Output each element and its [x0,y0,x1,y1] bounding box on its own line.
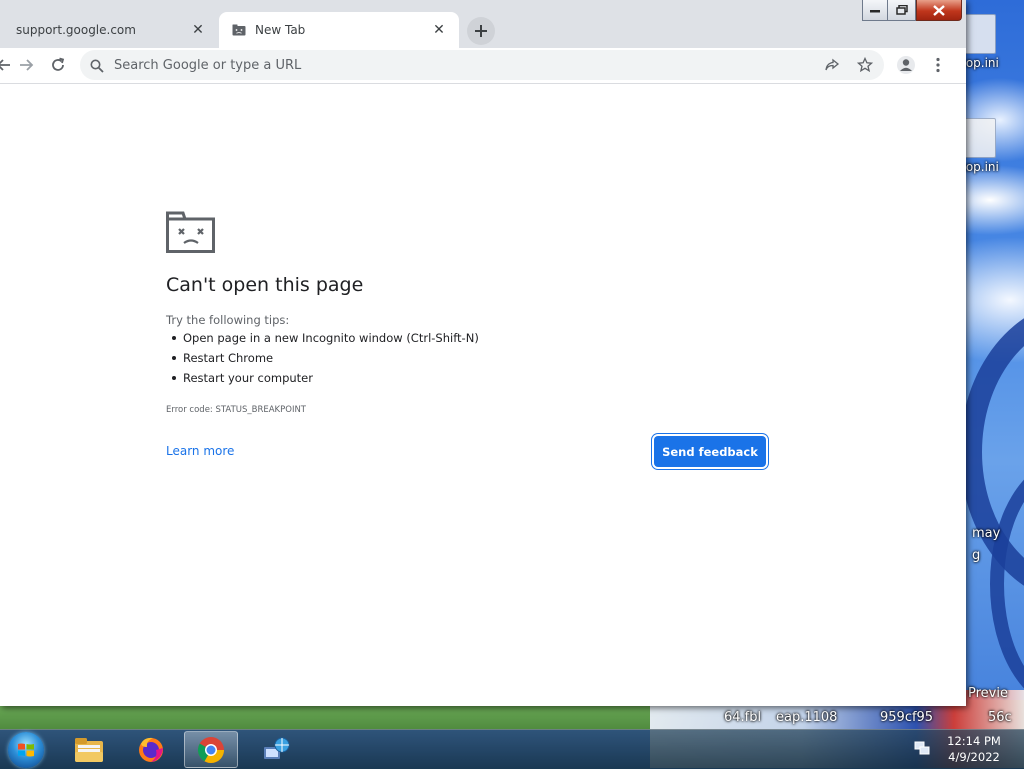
tip-text: Open page in a new Incognito window (Ctr… [183,331,479,345]
desktop-text-fragment: 64.fbl [724,710,762,725]
tab-support-google[interactable]: support.google.com ✕ [0,12,218,48]
file-icon [964,14,996,54]
taskbar-firefox[interactable] [124,731,178,768]
browser-window: support.google.com ✕ New Tab ✕ Search Go… [0,0,966,706]
tip-item: Restart your computer [170,368,479,388]
close-tab-icon[interactable]: ✕ [188,20,208,40]
folder-icon [75,737,103,762]
reload-button[interactable] [44,51,72,79]
desktop-text-fragment: may [972,526,1001,541]
tips-list: Open page in a new Incognito window (Ctr… [170,328,479,388]
share-icon[interactable] [824,57,840,77]
desktop-text-fragment: 56c [988,710,1012,725]
desktop-icon-label: top.ini [961,160,999,174]
forward-button[interactable] [12,51,40,79]
network-globe-icon [264,737,290,759]
chrome-icon [197,736,225,763]
taskbar-chrome[interactable] [184,731,238,768]
desktop-icon-label: top.ini [961,56,999,70]
minimize-button[interactable] [862,0,888,21]
profile-avatar-icon [897,56,915,74]
send-feedback-button[interactable]: Send feedback [654,436,766,467]
tip-text: Restart your computer [183,371,313,385]
omnibox[interactable] [80,50,884,80]
file-icon [964,118,996,158]
desktop-text-fragment: 959cf95 [880,710,934,725]
tab-label: New Tab [255,23,306,37]
kebab-menu-icon [936,57,940,73]
desktop-text-fragment: Previe [968,686,1008,701]
bullet-icon [172,336,176,340]
bullet-icon [172,356,176,360]
sad-folder-icon [166,211,216,257]
close-tab-icon[interactable]: ✕ [429,20,449,40]
error-code: Error code: STATUS_BREAKPOINT [166,405,306,415]
restore-button[interactable] [888,0,916,21]
error-title: Can't open this page [166,274,364,296]
sad-tab-icon [231,22,247,38]
plus-icon [475,25,487,37]
clock-date: 4/9/2022 [948,750,1000,764]
clock-time: 12:14 PM [947,734,1001,748]
tip-text: Restart Chrome [183,351,274,365]
start-button[interactable] [8,732,44,768]
tip-item: Open page in a new Incognito window (Ctr… [170,328,479,348]
close-icon [933,4,945,16]
taskbar-explorer[interactable] [62,731,116,768]
reload-icon [52,57,65,71]
tab-new-tab[interactable]: New Tab ✕ [219,12,459,48]
network-tray-icon[interactable] [914,740,930,760]
menu-button[interactable] [924,51,952,79]
tab-label: support.google.com [16,23,136,37]
tab-strip: support.google.com ✕ New Tab ✕ [0,0,966,48]
taskbar-network-app[interactable] [248,731,302,768]
windows-logo-icon [18,743,34,757]
desktop-text-fragment: g [972,548,981,563]
profile-button[interactable] [892,51,920,79]
tip-item: Restart Chrome [170,348,479,368]
error-page: Can't open this page Try the following t… [0,84,960,698]
tips-intro: Try the following tips: [166,313,290,327]
taskbar-clock[interactable]: 12:14 PM 4/9/2022 [938,733,1010,765]
minimize-icon [870,10,880,13]
bullet-icon [172,376,176,380]
firefox-icon [139,737,163,762]
search-icon [90,58,104,77]
restore-icon [895,5,908,15]
new-tab-button[interactable] [467,17,495,45]
bookmark-star-icon[interactable] [856,56,874,77]
back-arrow-icon [0,59,10,71]
learn-more-link[interactable]: Learn more [166,444,234,458]
windows-taskbar: 12:14 PM 4/9/2022 [0,729,1024,769]
desktop-text-fragment: eap.1108 [776,710,838,725]
browser-toolbar [0,48,966,84]
close-window-button[interactable] [916,0,962,21]
forward-arrow-icon [20,59,34,71]
address-input[interactable] [114,50,804,80]
